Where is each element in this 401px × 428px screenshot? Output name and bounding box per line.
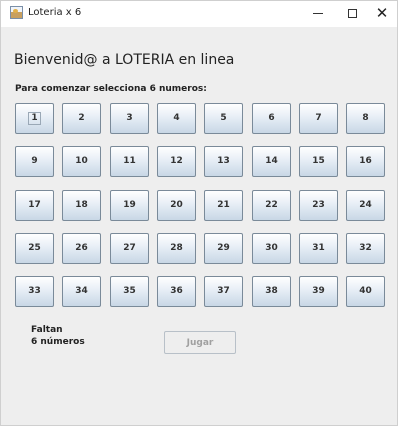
- number-label: 4: [173, 113, 180, 123]
- number-label: 25: [28, 243, 41, 253]
- number-label: 13: [217, 156, 230, 166]
- number-button-35[interactable]: 35: [110, 276, 149, 307]
- number-label: 16: [359, 156, 372, 166]
- number-button-20[interactable]: 20: [157, 190, 196, 221]
- play-button[interactable]: Jugar: [164, 331, 236, 354]
- number-label: 11: [123, 156, 136, 166]
- number-button-3[interactable]: 3: [110, 103, 149, 134]
- number-button-1[interactable]: 1: [15, 103, 54, 134]
- app-window: Loteria x 6 ✕ Bienvenid@ a LOTERIA en li…: [0, 0, 398, 426]
- welcome-heading: Bienvenid@ a LOTERIA en linea: [14, 52, 235, 68]
- number-button-21[interactable]: 21: [204, 190, 243, 221]
- number-label: 18: [75, 200, 88, 210]
- number-label: 1: [28, 112, 41, 125]
- number-label: 27: [123, 243, 136, 253]
- title-bar[interactable]: Loteria x 6 ✕: [1, 1, 397, 27]
- number-label: 28: [170, 243, 183, 253]
- number-label: 2: [78, 113, 85, 123]
- number-button-33[interactable]: 33: [15, 276, 54, 307]
- number-button-29[interactable]: 29: [204, 233, 243, 264]
- number-button-39[interactable]: 39: [299, 276, 338, 307]
- java-app-icon: [10, 6, 23, 19]
- number-label: 10: [75, 156, 88, 166]
- number-label: 8: [362, 113, 369, 123]
- number-button-19[interactable]: 19: [110, 190, 149, 221]
- number-button-38[interactable]: 38: [252, 276, 291, 307]
- minimize-icon: [313, 12, 323, 14]
- number-label: 34: [75, 286, 88, 296]
- number-button-28[interactable]: 28: [157, 233, 196, 264]
- number-label: 23: [312, 200, 325, 210]
- number-button-4[interactable]: 4: [157, 103, 196, 134]
- number-label: 24: [359, 200, 372, 210]
- minimize-button[interactable]: [301, 1, 335, 27]
- number-button-37[interactable]: 37: [204, 276, 243, 307]
- number-grid: 1 2 3 4 5 6 7 8 9 10 11 12 13 14 15 16 17 18 19 20 21 22 23 24 2…: [15, 103, 388, 313]
- number-label: 20: [170, 200, 183, 210]
- number-button-15[interactable]: 15: [299, 146, 338, 177]
- number-button-12[interactable]: 12: [157, 146, 196, 177]
- number-button-40[interactable]: 40: [346, 276, 385, 307]
- number-label: 37: [217, 286, 230, 296]
- number-button-8[interactable]: 8: [346, 103, 385, 134]
- number-button-26[interactable]: 26: [62, 233, 101, 264]
- number-button-22[interactable]: 22: [252, 190, 291, 221]
- number-label: 33: [28, 286, 41, 296]
- number-button-32[interactable]: 32: [346, 233, 385, 264]
- number-button-25[interactable]: 25: [15, 233, 54, 264]
- number-button-36[interactable]: 36: [157, 276, 196, 307]
- number-label: 31: [312, 243, 325, 253]
- number-button-18[interactable]: 18: [62, 190, 101, 221]
- number-button-27[interactable]: 27: [110, 233, 149, 264]
- number-button-10[interactable]: 10: [62, 146, 101, 177]
- number-label: 29: [217, 243, 230, 253]
- number-button-13[interactable]: 13: [204, 146, 243, 177]
- number-label: 26: [75, 243, 88, 253]
- close-icon: ✕: [375, 4, 389, 22]
- number-button-6[interactable]: 6: [252, 103, 291, 134]
- number-button-5[interactable]: 5: [204, 103, 243, 134]
- number-label: 38: [265, 286, 278, 296]
- number-label: 39: [312, 286, 325, 296]
- number-label: 15: [312, 156, 325, 166]
- number-label: 3: [126, 113, 133, 123]
- remaining-label: Faltan: [31, 325, 63, 335]
- number-label: 17: [28, 200, 41, 210]
- number-label: 5: [220, 113, 227, 123]
- number-button-34[interactable]: 34: [62, 276, 101, 307]
- remaining-status: Faltan 6 números: [31, 324, 85, 348]
- number-button-9[interactable]: 9: [15, 146, 54, 177]
- number-button-14[interactable]: 14: [252, 146, 291, 177]
- number-button-2[interactable]: 2: [62, 103, 101, 134]
- number-button-17[interactable]: 17: [15, 190, 54, 221]
- number-label: 14: [265, 156, 278, 166]
- number-label: 40: [359, 286, 372, 296]
- remaining-count: 6 números: [31, 337, 85, 347]
- number-button-11[interactable]: 11: [110, 146, 149, 177]
- number-button-30[interactable]: 30: [252, 233, 291, 264]
- number-label: 7: [315, 113, 322, 123]
- number-label: 9: [31, 156, 38, 166]
- window-title: Loteria x 6: [28, 7, 82, 18]
- number-label: 30: [265, 243, 278, 253]
- play-button-label: Jugar: [186, 337, 214, 348]
- number-button-24[interactable]: 24: [346, 190, 385, 221]
- number-label: 6: [268, 113, 275, 123]
- number-button-7[interactable]: 7: [299, 103, 338, 134]
- maximize-button[interactable]: [335, 1, 369, 27]
- number-label: 32: [359, 243, 372, 253]
- number-label: 12: [170, 156, 183, 166]
- number-button-23[interactable]: 23: [299, 190, 338, 221]
- number-button-31[interactable]: 31: [299, 233, 338, 264]
- number-label: 22: [265, 200, 278, 210]
- number-label: 21: [217, 200, 230, 210]
- number-button-16[interactable]: 16: [346, 146, 385, 177]
- number-label: 19: [123, 200, 136, 210]
- maximize-icon: [347, 8, 357, 18]
- number-label: 36: [170, 286, 183, 296]
- instructions-label: Para comenzar selecciona 6 numeros:: [15, 84, 207, 94]
- close-button[interactable]: ✕: [365, 1, 399, 27]
- number-label: 35: [123, 286, 136, 296]
